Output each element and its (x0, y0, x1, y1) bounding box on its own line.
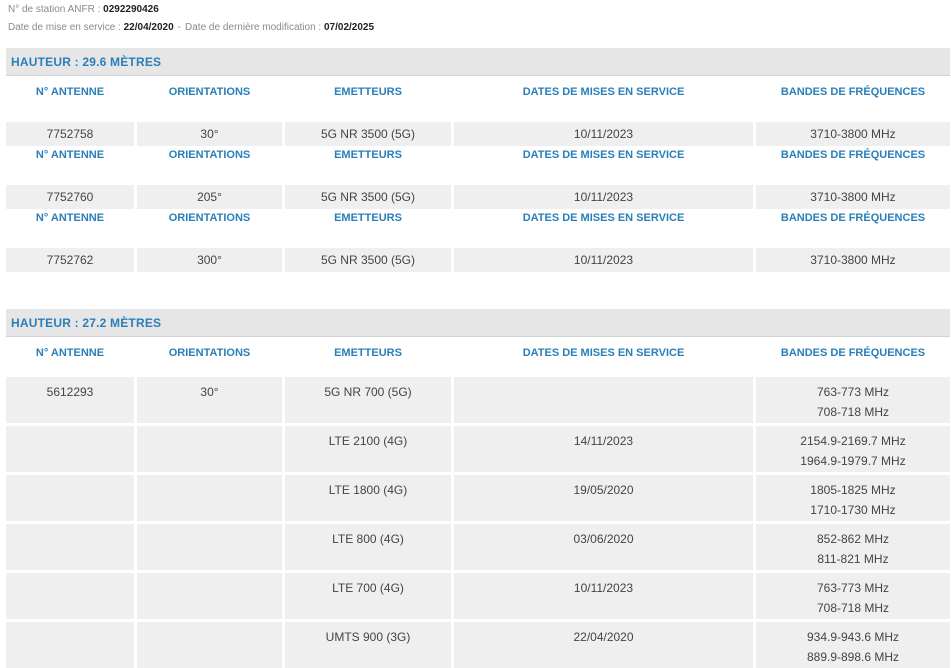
table-cell-bands: 763-773 MHz 708-718 MHz (756, 573, 950, 619)
station-dates: Date de mise en service : 22/04/2020- Dat… (8, 22, 374, 33)
cell-text: 1964.9-1979.7 MHz (800, 454, 906, 468)
column-header-dates: DATES DE MISES EN SERVICE (522, 212, 685, 224)
height-section-title: HAUTEUR : 29.6 MÈTRES (11, 55, 162, 69)
column-header-orientations: ORIENTATIONS (168, 347, 251, 359)
column-header-emitters: EMETTEURS (334, 86, 402, 98)
column-header-orientations: ORIENTATIONS (168, 149, 251, 161)
table-cell-emitters: LTE 2100 (4G) (285, 426, 451, 472)
table-cell-antenna (6, 475, 134, 521)
column-header-antenna: N° ANTENNE (35, 86, 105, 98)
column-header-dates: DATES DE MISES EN SERVICE (522, 86, 685, 98)
column-header-orientations: ORIENTATIONS (168, 212, 251, 224)
cell-text: 708-718 MHz (816, 601, 890, 615)
antenna-site-page: N° de station ANFR : 0292290426 Date de … (0, 0, 951, 668)
table-cell-emitters: LTE 700 (4G) (285, 573, 451, 619)
table-cell-orientations (137, 622, 282, 668)
height-section-header: HAUTEUR : 27.2 MÈTRES (6, 309, 950, 337)
column-header-bands: BANDES DE FRÉQUENCES (780, 86, 926, 98)
column-header-orientations: ORIENTATIONS (168, 86, 251, 98)
column-header-dates: DATES DE MISES EN SERVICE (522, 347, 685, 359)
cell-text: 2154.9-2169.7 MHz (800, 434, 906, 448)
service-date-label: Date de mise en service : (8, 22, 124, 33)
table-cell-orientations: 300° (137, 248, 282, 272)
table-cell-antenna (6, 426, 134, 472)
table-cell-orientations: 30° (137, 377, 282, 423)
table-cell-dates: 03/06/2020 (454, 524, 753, 570)
table-cell-orientations (137, 573, 282, 619)
table-cell-orientations (137, 426, 282, 472)
table-cell-orientations (137, 524, 282, 570)
column-header-bands: BANDES DE FRÉQUENCES (780, 212, 926, 224)
table-cell-bands: 852-862 MHz 811-821 MHz (756, 524, 950, 570)
station-number-value: 0292290426 (103, 4, 159, 15)
table-cell-emitters: UMTS 900 (3G) (285, 622, 451, 668)
table-cell-orientations (137, 475, 282, 521)
column-header-dates: DATES DE MISES EN SERVICE (522, 149, 685, 161)
cell-text: 763-773 MHz (816, 581, 890, 595)
modified-date-value: 07/02/2025 (323, 22, 375, 33)
table-cell-bands: 1805-1825 MHz 1710-1730 MHz (756, 475, 950, 521)
table-cell-dates: 10/11/2023 (454, 248, 753, 272)
table-cell-antenna: 5612293 (6, 377, 134, 423)
service-date-value: 22/04/2020 (123, 22, 174, 33)
cell-text: 708-718 MHz (816, 405, 890, 419)
column-header-antenna: N° ANTENNE (35, 149, 105, 161)
table-cell-dates: 22/04/2020 (454, 622, 753, 668)
station-number-label: N° de station ANFR : (8, 4, 104, 15)
height-section-title: HAUTEUR : 27.2 MÈTRES (11, 316, 162, 330)
table-cell-dates (454, 377, 753, 423)
table-cell-antenna (6, 573, 134, 619)
height-section-header: HAUTEUR : 29.6 MÈTRES (6, 48, 950, 76)
column-header-antenna: N° ANTENNE (35, 347, 105, 359)
table-cell-bands: 3710-3800 MHz (756, 248, 950, 272)
table-cell-dates: 14/11/2023 (454, 426, 753, 472)
meta-separator: - (177, 22, 182, 33)
cell-text: 811-821 MHz (817, 552, 889, 566)
table-cell-bands: 763-773 MHz 708-718 MHz (756, 377, 950, 423)
column-header-emitters: EMETTEURS (334, 212, 402, 224)
table-cell-dates: 10/11/2023 (454, 573, 753, 619)
modified-date-label: Date de dernière modification : (185, 22, 324, 33)
table-cell-emitters: LTE 800 (4G) (285, 524, 451, 570)
table-cell-emitters: 5G NR 700 (5G) (285, 377, 451, 423)
cell-text: 763-773 MHz (816, 385, 890, 399)
table-cell-bands: 934.9-943.6 MHz 889.9-898.6 MHz (756, 622, 950, 668)
column-header-bands: BANDES DE FRÉQUENCES (780, 149, 926, 161)
table-cell-antenna (6, 622, 134, 668)
table-cell-antenna (6, 524, 134, 570)
station-number: N° de station ANFR : 0292290426 (8, 4, 159, 15)
cell-text: 852-862 MHz (816, 532, 890, 546)
cell-text: 1805-1825 MHz (810, 483, 896, 497)
table-cell-emitters: LTE 1800 (4G) (285, 475, 451, 521)
table-cell-emitters: 5G NR 3500 (5G) (285, 248, 451, 272)
column-header-antenna: N° ANTENNE (35, 212, 105, 224)
column-header-bands: BANDES DE FRÉQUENCES (780, 347, 926, 359)
cell-text: 1710-1730 MHz (810, 503, 896, 517)
column-header-emitters: EMETTEURS (334, 347, 402, 359)
table-cell-antenna: 7752762 (6, 248, 134, 272)
column-header-emitters: EMETTEURS (334, 149, 402, 161)
cell-text: 889.9-898.6 MHz (806, 650, 900, 664)
table-cell-bands: 2154.9-2169.7 MHz 1964.9-1979.7 MHz (756, 426, 950, 472)
cell-text: 934.9-943.6 MHz (806, 630, 900, 644)
table-cell-dates: 19/05/2020 (454, 475, 753, 521)
